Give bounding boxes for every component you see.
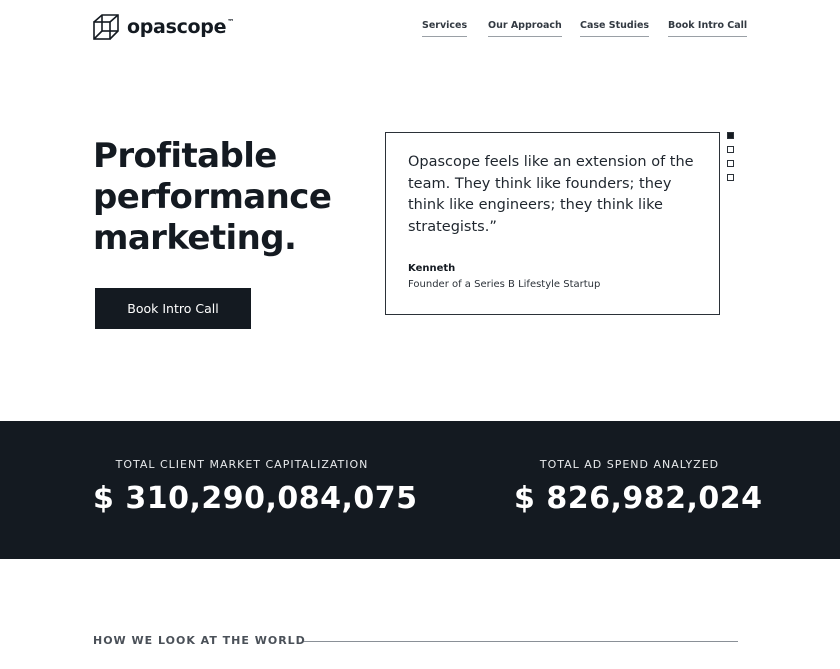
section-heading: HOW WE LOOK AT THE WORLD — [93, 634, 306, 647]
slide-indicator-2[interactable] — [727, 146, 734, 153]
testimonial-author-role: Founder of a Series B Lifestyle Startup — [408, 278, 601, 290]
testimonial-pagination — [727, 132, 734, 181]
cube-logo-icon — [93, 14, 119, 40]
nav-our-approach[interactable]: Our Approach — [488, 20, 562, 37]
logo[interactable]: opascope™ — [93, 14, 234, 40]
book-intro-call-button[interactable]: Book Intro Call — [95, 288, 251, 329]
logo-text: opascope™ — [127, 16, 234, 38]
stats-band: TOTAL CLIENT MARKET CAPITALIZATION $ 310… — [0, 421, 840, 559]
nav-case-studies[interactable]: Case Studies — [580, 20, 650, 37]
hero-title: Profitable performance marketing. — [93, 136, 363, 259]
testimonial-card: Opascope feels like an extension of the … — [385, 132, 720, 315]
stat-value: $ 310,290,084,075 — [93, 481, 418, 516]
nav-services[interactable]: Services — [422, 20, 468, 37]
section-divider — [304, 641, 738, 642]
stat-label: TOTAL AD SPEND ANALYZED — [539, 458, 720, 471]
hero-title-line: marketing. — [93, 218, 297, 258]
stat-market-cap: TOTAL CLIENT MARKET CAPITALIZATION $ 310… — [93, 458, 418, 516]
testimonial-quote: Opascope feels like an extension of the … — [408, 154, 694, 236]
stat-ad-spend: TOTAL AD SPEND ANALYZED $ 826,982,024 — [514, 458, 763, 516]
stat-label: TOTAL CLIENT MARKET CAPITALIZATION — [115, 458, 369, 471]
slide-indicator-3[interactable] — [727, 160, 734, 167]
nav-book-intro-call[interactable]: Book Intro Call — [668, 20, 748, 37]
trademark-mark: ™ — [227, 18, 234, 26]
hero-title-line: Profitable — [93, 136, 277, 176]
testimonial-author-name: Kenneth — [408, 262, 456, 274]
stat-value: $ 826,982,024 — [514, 481, 763, 516]
slide-indicator-4[interactable] — [727, 174, 734, 181]
hero-title-line: performance — [93, 177, 332, 217]
slide-indicator-1[interactable] — [727, 132, 734, 139]
